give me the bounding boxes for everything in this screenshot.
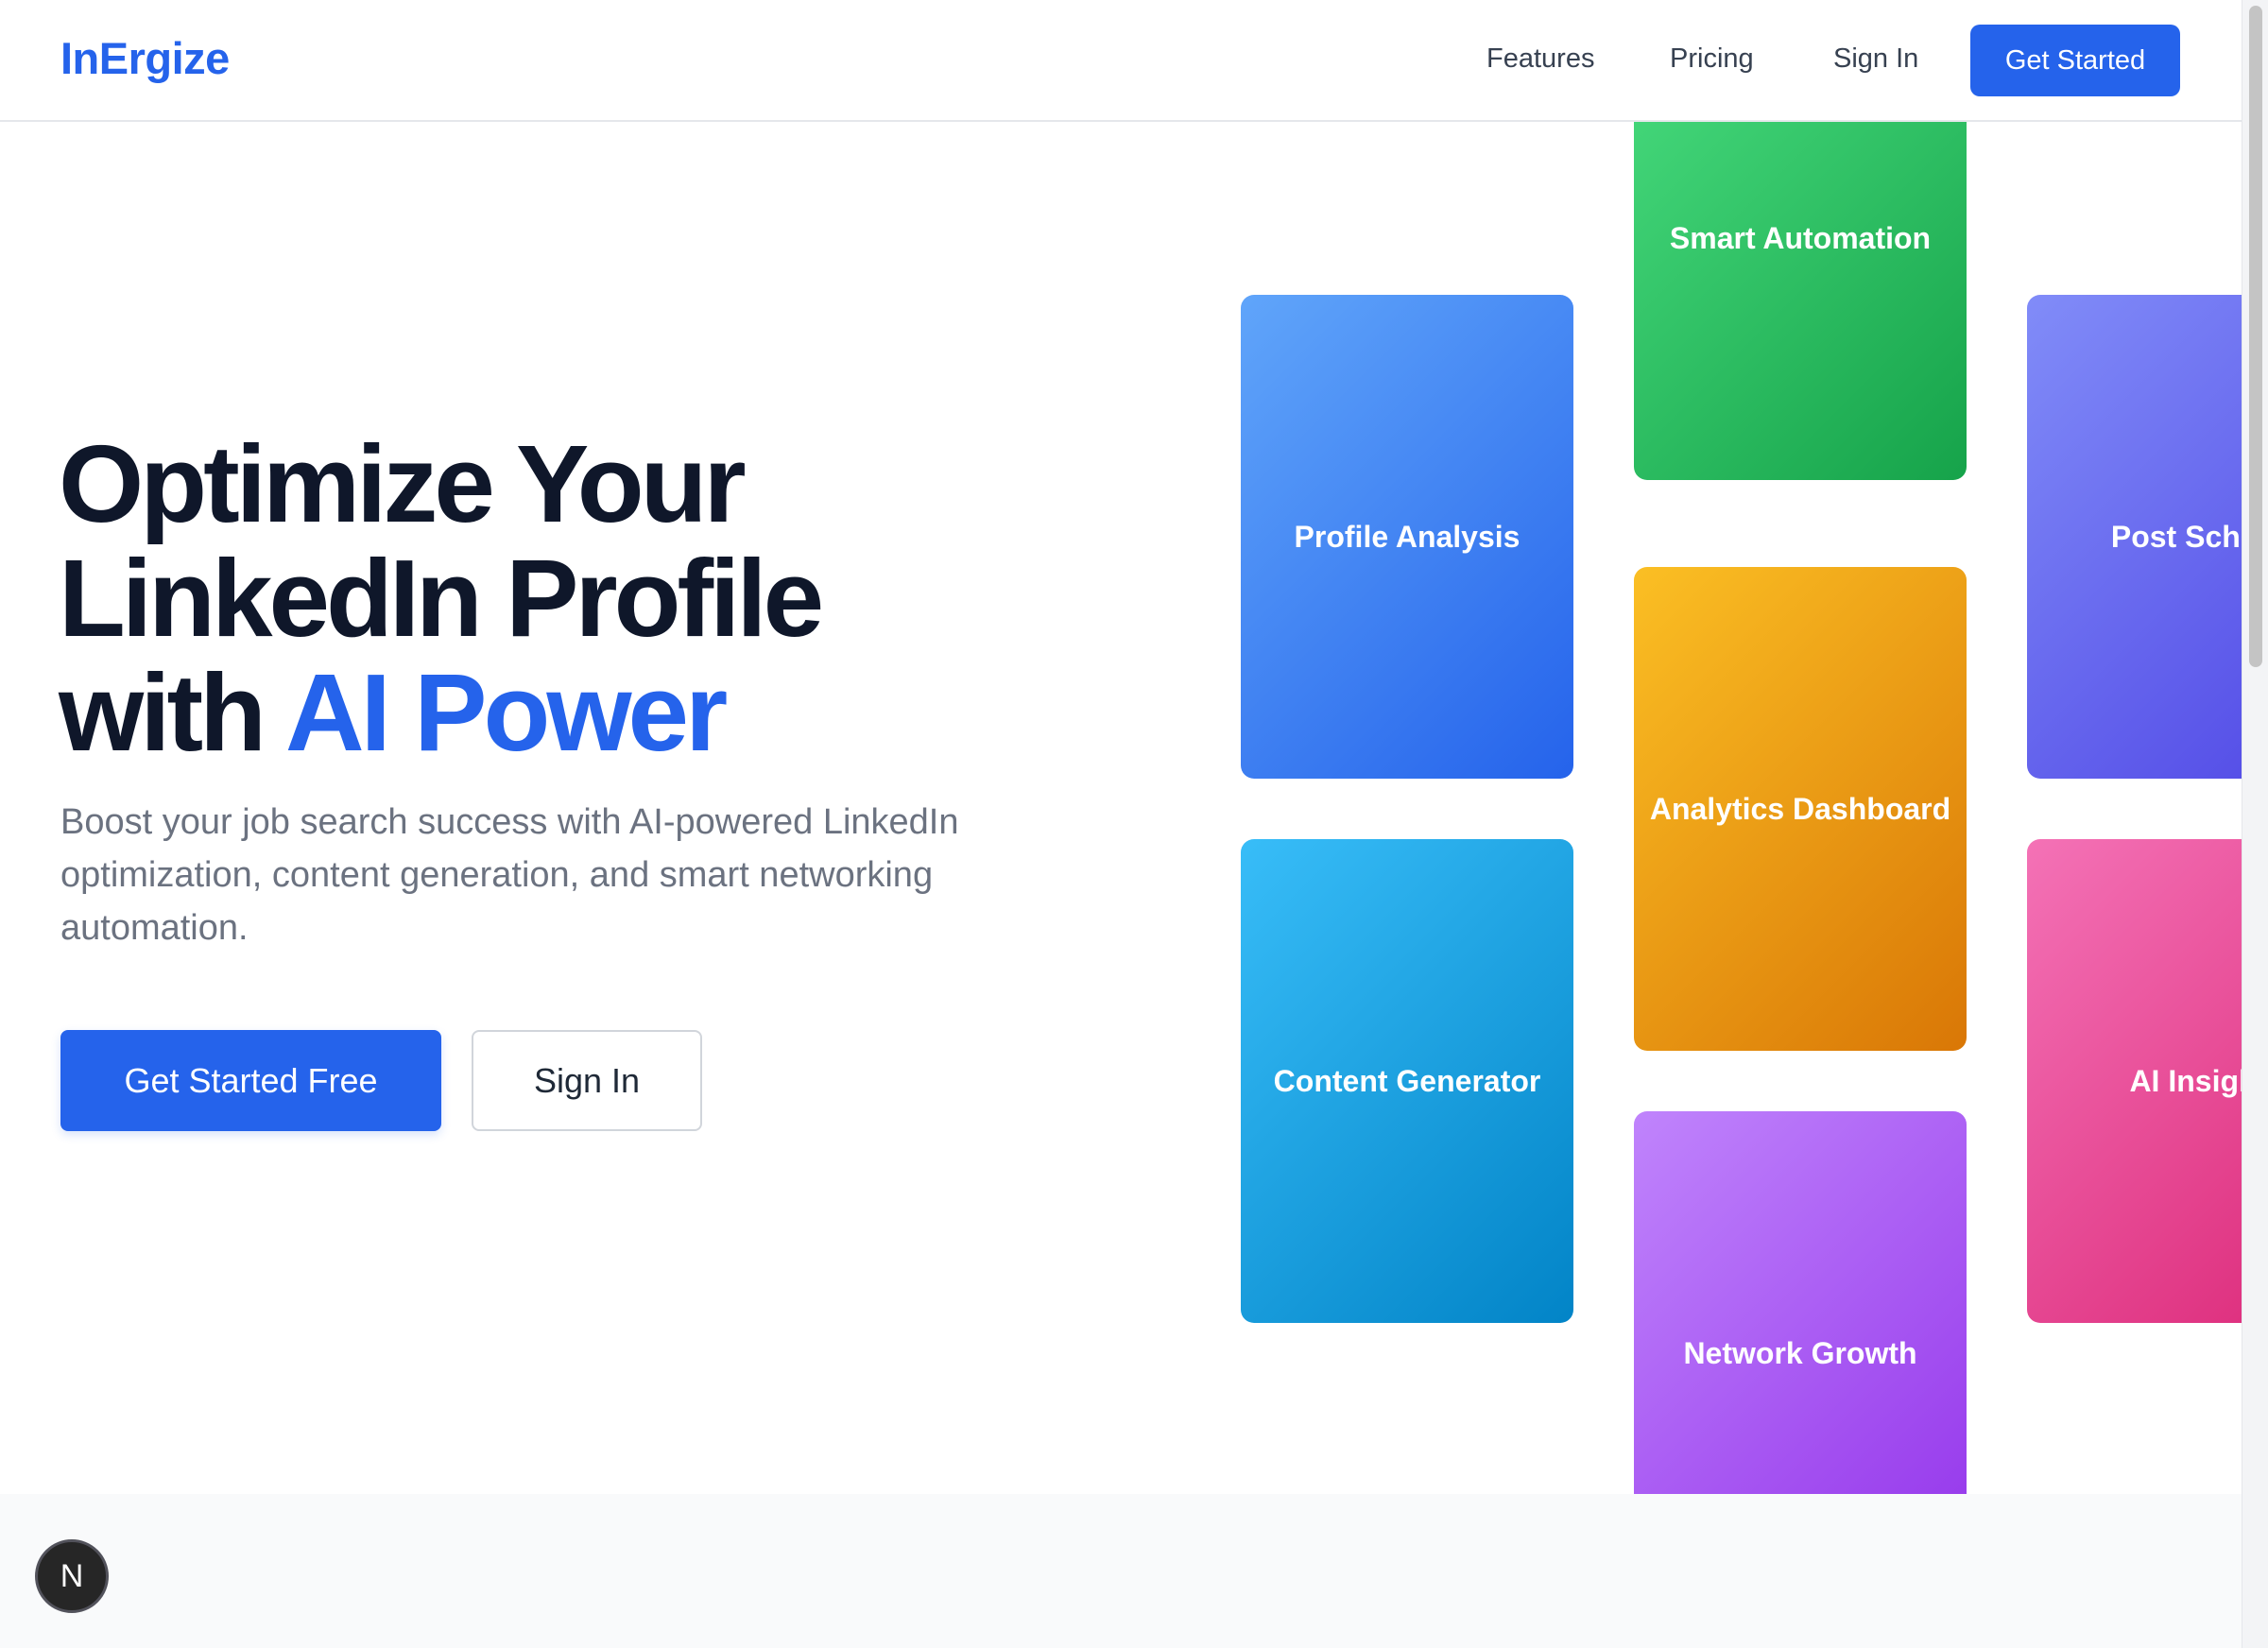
next-section-band: [0, 1494, 2242, 1648]
feature-card-label: AI Insigh: [2129, 1063, 2242, 1098]
devtools-n-icon[interactable]: N: [35, 1539, 109, 1613]
feature-card-analytics-dashboard[interactable]: Analytics Dashboard: [1634, 567, 1967, 1051]
feature-card-ai-insights[interactable]: AI Insigh: [2027, 839, 2242, 1323]
feature-card-label: Post Sched: [2110, 519, 2242, 554]
feature-card-network-growth[interactable]: Network Growth: [1634, 1111, 1967, 1494]
brand-logo[interactable]: InErgize: [60, 32, 230, 84]
vertical-scrollbar[interactable]: [2242, 0, 2268, 1648]
feature-cards-grid: Profile Analysis Content Generator Smart…: [0, 122, 2242, 1494]
feature-card-label: Smart Automation: [1669, 220, 1932, 255]
feature-card-label: Analytics Dashboard: [1649, 791, 1951, 826]
nav-link-pricing[interactable]: Pricing: [1670, 43, 1754, 75]
feature-card-profile-analysis[interactable]: Profile Analysis: [1241, 295, 1573, 779]
scrollbar-thumb[interactable]: [2249, 6, 2262, 667]
nav-link-features[interactable]: Features: [1486, 43, 1594, 75]
top-navigation-bar: InErgize Features Pricing Sign In Get St…: [0, 0, 2242, 122]
feature-card-label: Profile Analysis: [1294, 519, 1521, 554]
feature-card-content-generator[interactable]: Content Generator: [1241, 839, 1573, 1323]
feature-card-smart-automation[interactable]: Smart Automation: [1634, 122, 1967, 480]
feature-card-label: Network Growth: [1683, 1335, 1917, 1370]
feature-card-label: Content Generator: [1273, 1063, 1541, 1098]
get-started-button[interactable]: Get Started: [1970, 25, 2180, 96]
feature-card-post-scheduler[interactable]: Post Sched: [2027, 295, 2242, 779]
nav-link-sign-in[interactable]: Sign In: [1833, 43, 1918, 75]
